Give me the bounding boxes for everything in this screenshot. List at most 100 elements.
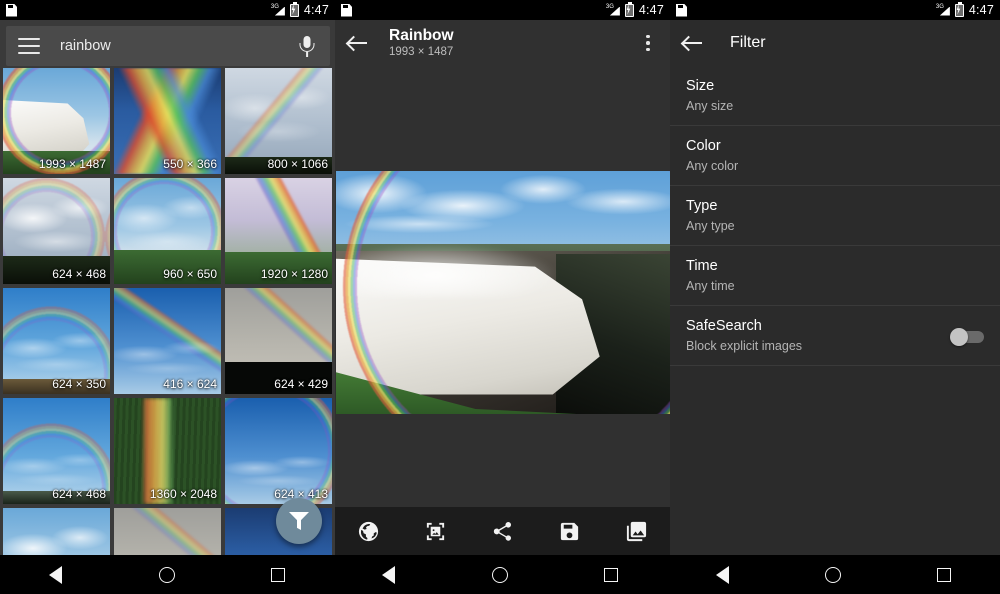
filter-label: Color (686, 136, 984, 156)
nav-home-button[interactable] (146, 561, 188, 589)
nav-back-button[interactable] (35, 561, 77, 589)
nav-home-button[interactable] (812, 561, 854, 589)
filter-options-list: Size Any size Color Any color Type Any t… (670, 66, 1000, 555)
image-result-cell[interactable]: 416 × 624 (114, 288, 221, 394)
network-type-label: 3G (606, 4, 614, 10)
back-arrow-icon[interactable] (682, 32, 704, 54)
sd-card-icon (676, 4, 687, 17)
open-in-browser-button[interactable] (352, 514, 386, 548)
nav-group (0, 555, 333, 594)
page-title: Rainbow (389, 27, 454, 44)
grid-row: 624 × 350 416 × 624 624 × 429 (3, 288, 332, 394)
preview-image[interactable] (336, 171, 670, 414)
filter-value: Any size (686, 97, 984, 115)
android-navigation-bar (0, 555, 1000, 594)
image-result-cell[interactable]: 624 × 413 (225, 398, 332, 504)
grid-row: 1993 × 1487 550 × 366 800 × 1066 (3, 68, 332, 174)
image-result-cell[interactable]: 624 × 468 (3, 398, 110, 504)
image-dimensions-label: 1920 × 1280 (261, 267, 328, 281)
share-button[interactable] (486, 514, 520, 548)
page-title: Filter (730, 34, 766, 52)
image-dimensions-label: 960 × 650 (163, 267, 217, 281)
image-result-cell[interactable]: 624 × 350 (3, 288, 110, 394)
clock-label: 4:47 (969, 3, 994, 17)
image-dimensions-label: 1993 × 1487 (39, 157, 106, 171)
filter-row-type[interactable]: Type Any type (670, 186, 1000, 246)
filter-value: Block explicit images (686, 337, 984, 355)
image-dimensions-label: 624 × 350 (52, 377, 106, 391)
filter-value: Any time (686, 277, 984, 295)
detail-title-block: Rainbow 1993 × 1487 (389, 27, 454, 59)
image-dimensions-label: 624 × 429 (274, 377, 328, 391)
filter-row-safesearch[interactable]: SafeSearch Block explicit images (670, 306, 1000, 366)
image-result-cell[interactable]: 1993 × 1487 (3, 68, 110, 174)
detail-app-bar: Rainbow 1993 × 1487 (335, 20, 670, 66)
image-result-cell[interactable]: 1360 × 2048 (114, 398, 221, 504)
filter-row-size[interactable]: Size Any size (670, 66, 1000, 126)
nav-home-button[interactable] (479, 561, 521, 589)
detail-bottom-toolbar (335, 507, 670, 555)
filter-row-time[interactable]: Time Any time (670, 246, 1000, 306)
nav-recents-button[interactable] (257, 561, 299, 589)
network-type-label: 3G (936, 4, 944, 10)
image-preview-area (335, 66, 670, 507)
search-bar[interactable]: rainbow (6, 26, 330, 66)
overflow-menu-icon[interactable] (638, 31, 658, 55)
set-as-wallpaper-button[interactable] (419, 514, 453, 548)
filter-app-bar: Filter (670, 20, 1000, 66)
filter-label: SafeSearch (686, 316, 984, 336)
signal-3g-icon: 3G (607, 4, 620, 17)
nav-back-button[interactable] (368, 561, 410, 589)
image-result-cell[interactable]: 960 × 650 (114, 178, 221, 284)
status-bar-detail: 3G 4:47 (335, 0, 670, 20)
status-right-icons: 3G 4:47 (272, 3, 329, 17)
gallery-button[interactable] (620, 514, 654, 548)
nav-recents-button[interactable] (590, 561, 632, 589)
status-left-icons (676, 4, 687, 17)
filter-value: Any type (686, 217, 984, 235)
back-arrow-icon[interactable] (347, 32, 369, 54)
image-result-cell[interactable]: 1920 × 1280 (225, 178, 332, 284)
status-left-icons (341, 4, 352, 17)
search-bar-container: rainbow (0, 20, 335, 66)
status-left-icons (6, 4, 17, 17)
globe-icon (357, 520, 380, 543)
filter-row-color[interactable]: Color Any color (670, 126, 1000, 186)
status-right-icons: 3G 4:47 (937, 3, 994, 17)
clock-label: 4:47 (639, 3, 664, 17)
nav-back-button[interactable] (701, 561, 743, 589)
clock-label: 4:47 (304, 3, 329, 17)
sd-card-icon (341, 4, 352, 17)
image-detail-panel: 3G 4:47 Rainbow 1993 × 1487 (335, 0, 670, 555)
battery-charging-icon (955, 4, 964, 17)
image-result-cell[interactable] (114, 508, 221, 555)
image-dimensions-label: 624 × 468 (52, 487, 106, 501)
image-result-cell[interactable] (3, 508, 110, 555)
image-result-cell[interactable]: 800 × 1066 (225, 68, 332, 174)
status-right-icons: 3G 4:47 (607, 3, 664, 17)
status-bar-filter: 3G 4:47 (670, 0, 1000, 20)
hamburger-menu-icon[interactable] (18, 38, 40, 54)
sd-card-icon (6, 4, 17, 17)
image-dimensions-subtitle: 1993 × 1487 (389, 45, 454, 59)
save-button[interactable] (553, 514, 587, 548)
image-dimensions-label: 550 × 366 (163, 157, 217, 171)
battery-charging-icon (290, 4, 299, 17)
nav-recents-button[interactable] (923, 561, 965, 589)
image-result-cell[interactable]: 624 × 429 (225, 288, 332, 394)
search-results-panel: 3G 4:47 rainbow (0, 0, 335, 555)
filter-fab-button[interactable] (276, 498, 322, 544)
image-dimensions-label: 1360 × 2048 (150, 487, 217, 501)
share-icon (491, 520, 514, 543)
signal-3g-icon: 3G (272, 4, 285, 17)
safesearch-toggle[interactable] (950, 330, 984, 344)
image-results-grid: 1993 × 1487 550 × 366 800 × 1066 (0, 66, 335, 555)
grid-row: 624 × 468 960 × 650 1920 × 1280 (3, 178, 332, 284)
nav-group (333, 555, 666, 594)
image-result-cell[interactable]: 550 × 366 (114, 68, 221, 174)
filter-funnel-icon (289, 512, 309, 530)
search-input[interactable]: rainbow (60, 38, 294, 54)
image-result-cell[interactable]: 624 × 468 (3, 178, 110, 284)
floppy-save-icon (558, 520, 581, 543)
microphone-icon[interactable] (294, 33, 320, 59)
